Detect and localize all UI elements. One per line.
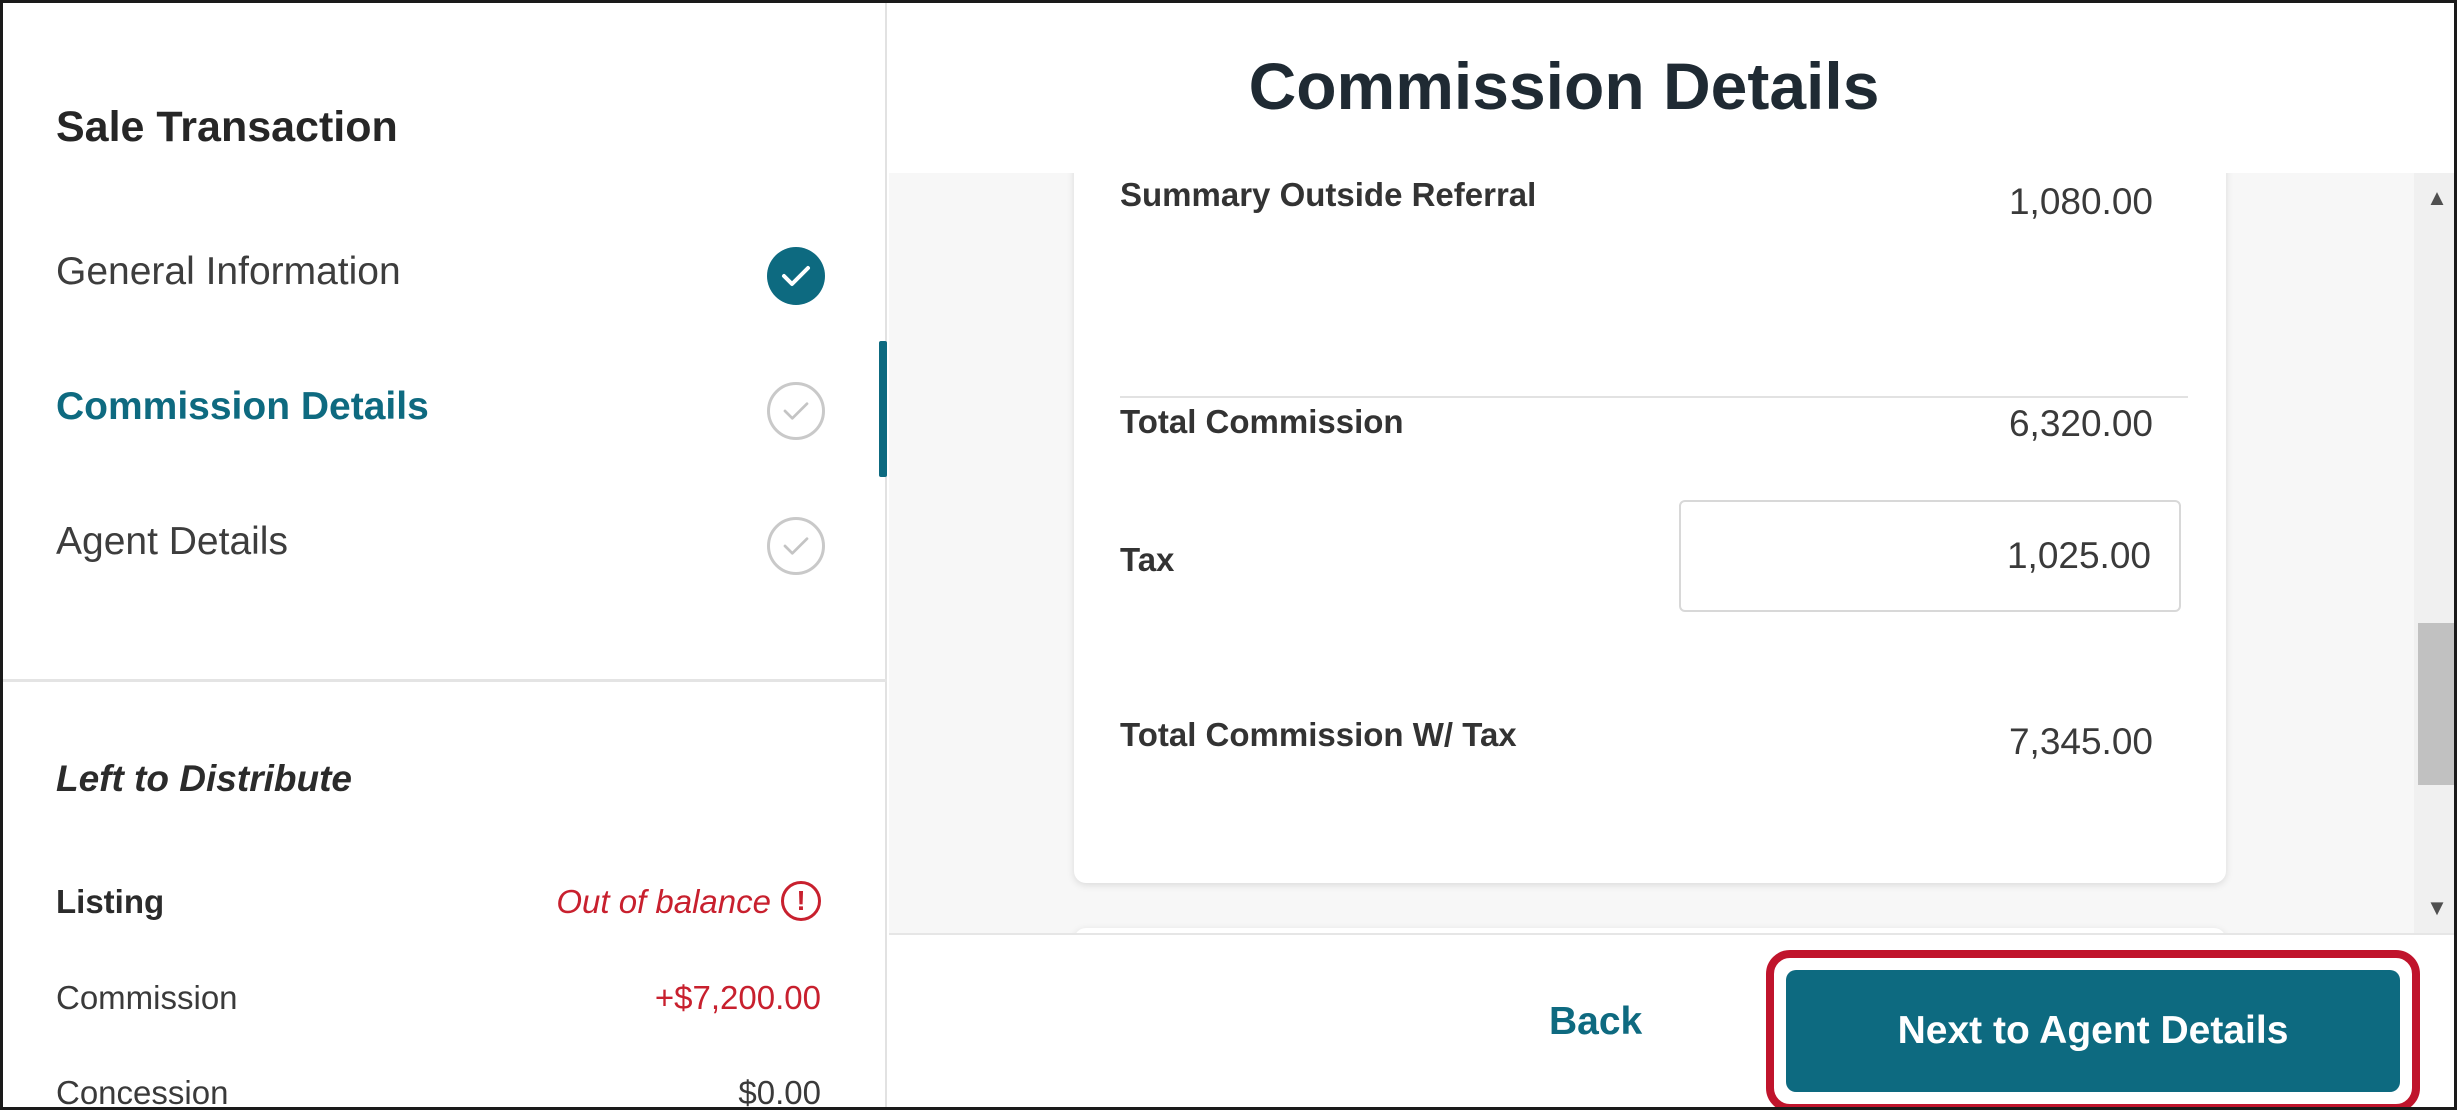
- left-to-distribute-title: Left to Distribute: [56, 758, 352, 799]
- tax-label: Tax: [1120, 541, 1175, 578]
- active-step-indicator: [879, 341, 887, 477]
- step-label: Commission Details: [56, 385, 429, 428]
- check-pending-icon: [767, 517, 825, 575]
- concession-row: Concession $0.00: [56, 1074, 821, 1110]
- sidebar: Sale Transaction General Information Com…: [3, 3, 887, 1110]
- scroll-down-arrow-icon[interactable]: ▼: [2414, 883, 2454, 933]
- commission-row: Commission +$7,200.00: [56, 979, 821, 1023]
- commission-value: +$7,200.00: [654, 979, 821, 1016]
- page-title: Commission Details: [1248, 49, 1880, 123]
- concession-value: $0.00: [738, 1074, 821, 1110]
- card-divider: [1120, 396, 2188, 398]
- total-with-tax-label: Total Commission W/ Tax: [1120, 716, 1517, 753]
- out-of-balance-status: Out of balance: [556, 883, 771, 920]
- back-button[interactable]: Back: [1549, 1000, 1642, 1044]
- sidebar-title: Sale Transaction: [56, 103, 398, 151]
- alert-icon[interactable]: !: [781, 881, 821, 921]
- content-area[interactable]: Summary Outside Referral 1,080.00 Total …: [889, 173, 2414, 933]
- sidebar-divider: [3, 679, 887, 682]
- scroll-thumb[interactable]: [2418, 623, 2454, 785]
- total-with-tax-value: 7,345.00: [2008, 721, 2153, 762]
- footer: Back Next to Agent Details: [889, 933, 2454, 1107]
- commission-summary-card: Summary Outside Referral 1,080.00 Total …: [1074, 173, 2226, 883]
- next-to-agent-details-button[interactable]: Next to Agent Details: [1786, 970, 2400, 1092]
- concession-label: Concession: [56, 1074, 229, 1110]
- total-commission-label: Total Commission: [1120, 403, 1404, 440]
- step-label: General Information: [56, 250, 401, 293]
- listing-label: Listing: [56, 883, 165, 920]
- total-commission-value: 6,320.00: [2008, 403, 2153, 444]
- listing-row: Listing Out of balance !: [56, 881, 821, 927]
- main-header: Commission Details: [889, 3, 2454, 173]
- highlight-outline: Next to Agent Details: [1766, 950, 2420, 1107]
- app-window: Sale Transaction General Information Com…: [0, 0, 2457, 1110]
- tax-input[interactable]: [1679, 500, 2181, 612]
- scroll-up-arrow-icon[interactable]: ▲: [2414, 173, 2454, 223]
- commission-label: Commission: [56, 979, 238, 1016]
- outside-referral-label: Summary Outside Referral: [1120, 176, 1537, 213]
- step-commission-details[interactable]: Commission Details: [3, 365, 887, 455]
- step-general-information[interactable]: General Information: [3, 230, 887, 320]
- scrollbar[interactable]: ▲ ▼: [2414, 173, 2454, 933]
- check-complete-icon: [767, 247, 825, 305]
- outside-referral-value: 1,080.00: [2008, 181, 2153, 222]
- step-agent-details[interactable]: Agent Details: [3, 500, 887, 590]
- check-pending-icon: [767, 382, 825, 440]
- step-label: Agent Details: [56, 520, 288, 563]
